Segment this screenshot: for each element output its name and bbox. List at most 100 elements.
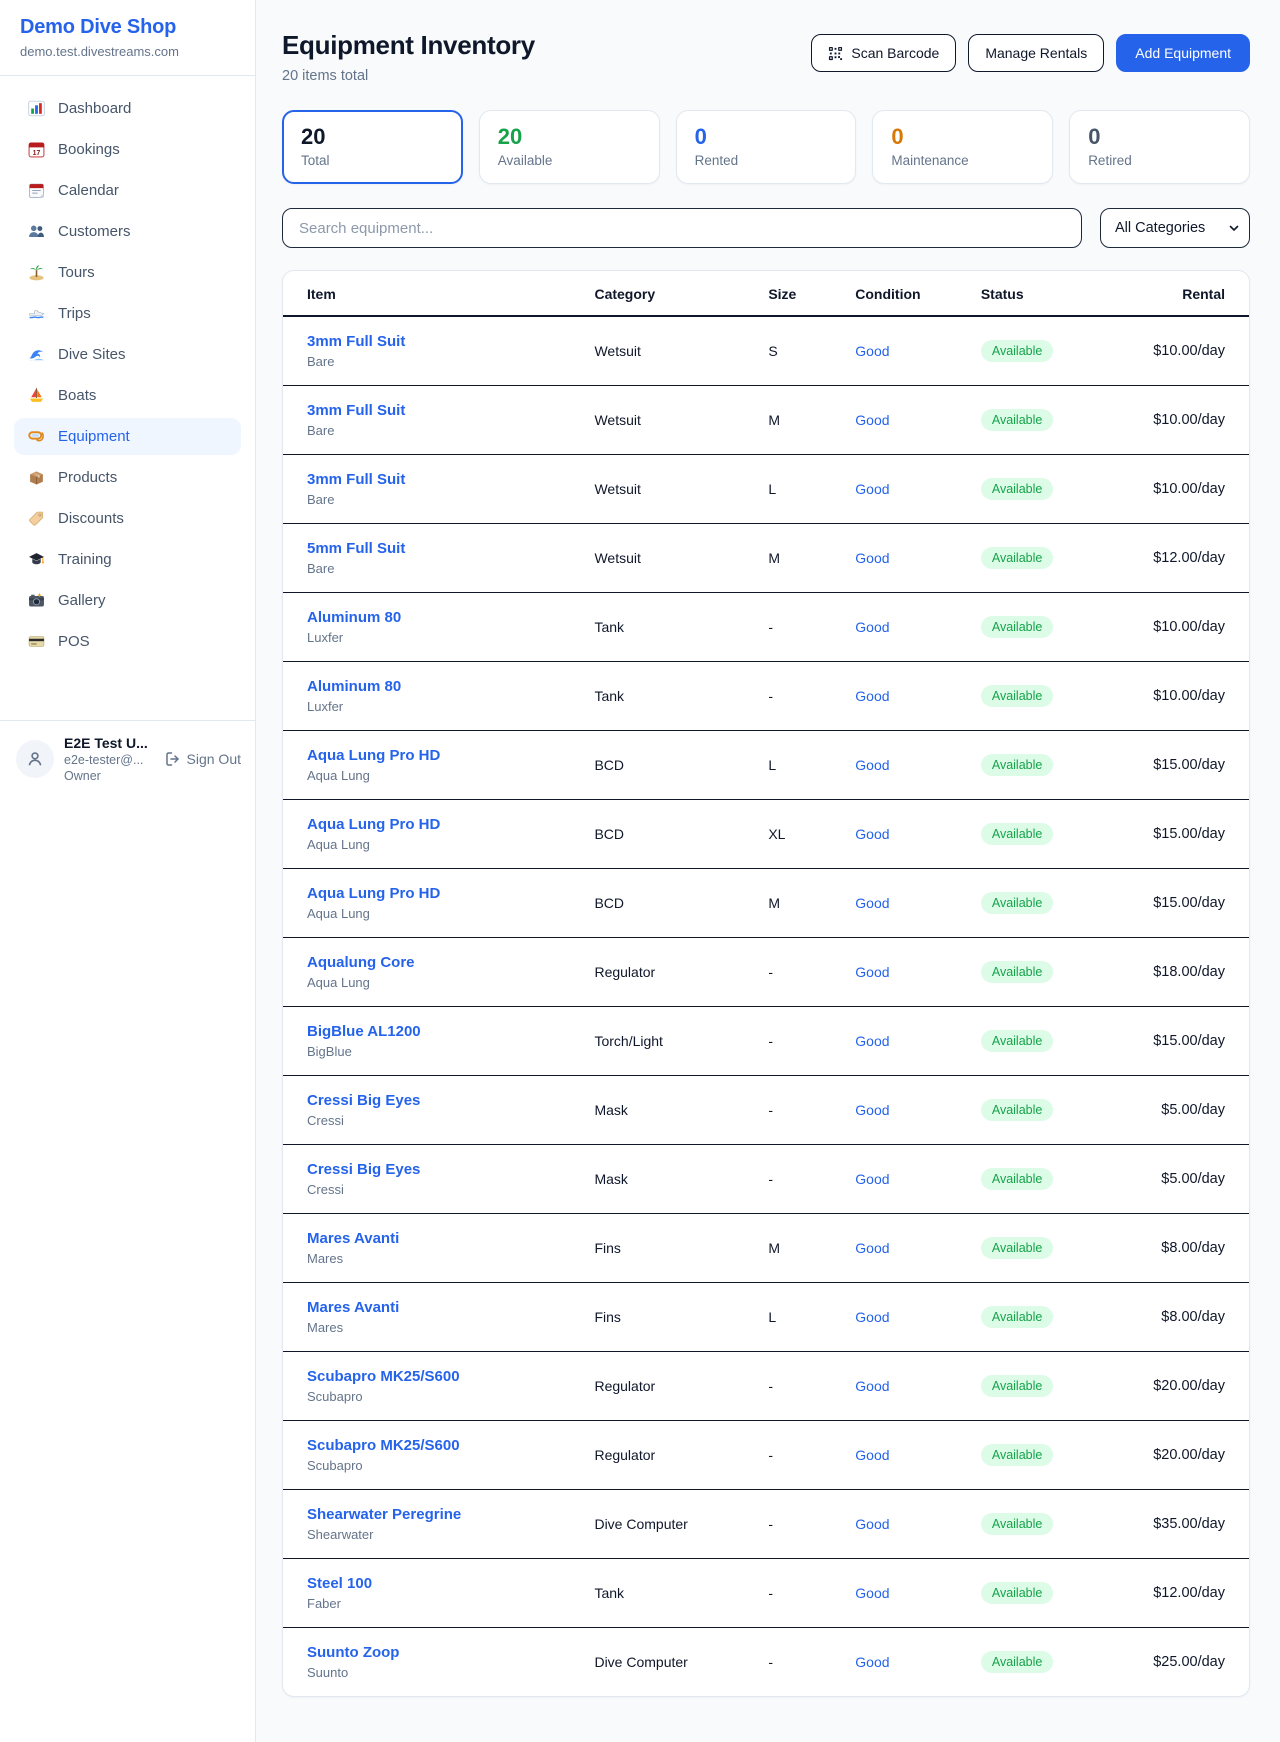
- item-brand: Mares: [307, 1251, 570, 1266]
- table-row: Aqua Lung Pro HD Aqua Lung BCD L Good Av…: [283, 730, 1249, 799]
- item-condition-link[interactable]: Good: [855, 343, 889, 359]
- sidebar-item-label: Bookings: [58, 141, 120, 158]
- sidebar-item-label: Dive Sites: [58, 346, 126, 363]
- item-name-link[interactable]: 3mm Full Suit: [307, 333, 570, 350]
- table-row: Suunto Zoop Suunto Dive Computer - Good …: [283, 1627, 1249, 1696]
- item-category: Tank: [582, 1558, 756, 1627]
- item-name-link[interactable]: 5mm Full Suit: [307, 540, 570, 557]
- column-header-category: Category: [582, 271, 756, 316]
- sign-out-button[interactable]: Sign Out: [165, 751, 241, 767]
- training-icon: [28, 551, 45, 568]
- sidebar-item-label: Trips: [58, 305, 91, 322]
- item-name-link[interactable]: Aluminum 80: [307, 609, 570, 626]
- stat-card-retired[interactable]: 0 Retired: [1069, 110, 1250, 184]
- item-name-link[interactable]: Aqualung Core: [307, 954, 570, 971]
- item-name-link[interactable]: Mares Avanti: [307, 1299, 570, 1316]
- item-condition-link[interactable]: Good: [855, 1516, 889, 1532]
- item-name-link[interactable]: Cressi Big Eyes: [307, 1161, 570, 1178]
- item-name-link[interactable]: 3mm Full Suit: [307, 402, 570, 419]
- category-select-wrap: All Categories: [1100, 208, 1250, 248]
- item-rental: $10.00/day: [1123, 316, 1249, 385]
- stat-value: 0: [891, 124, 1034, 150]
- item-name-link[interactable]: Suunto Zoop: [307, 1644, 570, 1661]
- item-condition-link[interactable]: Good: [855, 1309, 889, 1325]
- status-badge: Available: [981, 547, 1054, 569]
- item-condition-link[interactable]: Good: [855, 1240, 889, 1256]
- item-condition-link[interactable]: Good: [855, 481, 889, 497]
- item-size: S: [756, 316, 843, 385]
- item-condition-link[interactable]: Good: [855, 412, 889, 428]
- item-condition-link[interactable]: Good: [855, 826, 889, 842]
- sidebar-item-bookings[interactable]: 17 Bookings: [14, 131, 241, 168]
- status-badge: Available: [981, 1513, 1054, 1535]
- sidebar-item-dive-sites[interactable]: Dive Sites: [14, 336, 241, 373]
- status-badge: Available: [981, 1582, 1054, 1604]
- sidebar-item-training[interactable]: Training: [14, 541, 241, 578]
- sidebar-item-dashboard[interactable]: Dashboard: [14, 90, 241, 127]
- item-condition-link[interactable]: Good: [855, 550, 889, 566]
- category-select[interactable]: All Categories: [1100, 208, 1250, 248]
- item-condition-link[interactable]: Good: [855, 619, 889, 635]
- item-name-link[interactable]: Mares Avanti: [307, 1230, 570, 1247]
- item-condition-link[interactable]: Good: [855, 688, 889, 704]
- table-row: 5mm Full Suit Bare Wetsuit M Good Availa…: [283, 523, 1249, 592]
- item-name-link[interactable]: Aqua Lung Pro HD: [307, 816, 570, 833]
- sign-out-icon: [165, 751, 181, 767]
- item-condition-link[interactable]: Good: [855, 1102, 889, 1118]
- sidebar-item-discounts[interactable]: Discounts: [14, 500, 241, 537]
- item-name-link[interactable]: Scubapro MK25/S600: [307, 1437, 570, 1454]
- status-badge: Available: [981, 1168, 1054, 1190]
- item-size: L: [756, 1282, 843, 1351]
- search-input[interactable]: [282, 208, 1082, 248]
- item-condition-link[interactable]: Good: [855, 1654, 889, 1670]
- stat-label: Retired: [1088, 153, 1231, 168]
- item-condition-link[interactable]: Good: [855, 1033, 889, 1049]
- sidebar-item-equipment[interactable]: Equipment: [14, 418, 241, 455]
- sidebar-item-tours[interactable]: Tours: [14, 254, 241, 291]
- item-rental: $5.00/day: [1123, 1144, 1249, 1213]
- sidebar-item-boats[interactable]: Boats: [14, 377, 241, 414]
- item-name-link[interactable]: Cressi Big Eyes: [307, 1092, 570, 1109]
- manage-rentals-label: Manage Rentals: [985, 45, 1087, 61]
- item-condition-link[interactable]: Good: [855, 1585, 889, 1601]
- item-condition-link[interactable]: Good: [855, 1171, 889, 1187]
- manage-rentals-button[interactable]: Manage Rentals: [968, 34, 1104, 72]
- item-name-link[interactable]: Scubapro MK25/S600: [307, 1368, 570, 1385]
- item-category: BCD: [582, 868, 756, 937]
- add-equipment-label: Add Equipment: [1135, 45, 1231, 61]
- stat-card-total[interactable]: 20 Total: [282, 110, 463, 184]
- status-badge: Available: [981, 340, 1054, 362]
- item-name-link[interactable]: BigBlue AL1200: [307, 1023, 570, 1040]
- item-name-link[interactable]: 3mm Full Suit: [307, 471, 570, 488]
- item-name-link[interactable]: Steel 100: [307, 1575, 570, 1592]
- user-role: Owner: [64, 769, 155, 783]
- add-equipment-button[interactable]: Add Equipment: [1116, 34, 1250, 72]
- sidebar-item-products[interactable]: Products: [14, 459, 241, 496]
- user-block: E2E Test U... e2e-tester@... Owner Sign …: [0, 720, 255, 797]
- item-condition-link[interactable]: Good: [855, 964, 889, 980]
- item-condition-link[interactable]: Good: [855, 757, 889, 773]
- sidebar-item-calendar[interactable]: Calendar: [14, 172, 241, 209]
- status-badge: Available: [981, 1099, 1054, 1121]
- user-email: e2e-tester@...: [64, 753, 155, 767]
- item-condition-link[interactable]: Good: [855, 895, 889, 911]
- item-name-link[interactable]: Shearwater Peregrine: [307, 1506, 570, 1523]
- stat-card-maintenance[interactable]: 0 Maintenance: [872, 110, 1053, 184]
- item-category: Regulator: [582, 1420, 756, 1489]
- item-name-link[interactable]: Aqua Lung Pro HD: [307, 885, 570, 902]
- item-size: -: [756, 1075, 843, 1144]
- sidebar-item-gallery[interactable]: Gallery: [14, 582, 241, 619]
- stat-label: Maintenance: [891, 153, 1034, 168]
- sidebar-item-label: Customers: [58, 223, 131, 240]
- sidebar-item-trips[interactable]: Trips: [14, 295, 241, 332]
- sidebar-item-pos[interactable]: POS: [14, 623, 241, 660]
- customers-icon: [28, 223, 45, 240]
- item-condition-link[interactable]: Good: [855, 1447, 889, 1463]
- item-name-link[interactable]: Aluminum 80: [307, 678, 570, 695]
- item-name-link[interactable]: Aqua Lung Pro HD: [307, 747, 570, 764]
- stat-card-available[interactable]: 20 Available: [479, 110, 660, 184]
- item-condition-link[interactable]: Good: [855, 1378, 889, 1394]
- stat-card-rented[interactable]: 0 Rented: [676, 110, 857, 184]
- scan-barcode-button[interactable]: Scan Barcode: [811, 34, 956, 72]
- sidebar-item-customers[interactable]: Customers: [14, 213, 241, 250]
